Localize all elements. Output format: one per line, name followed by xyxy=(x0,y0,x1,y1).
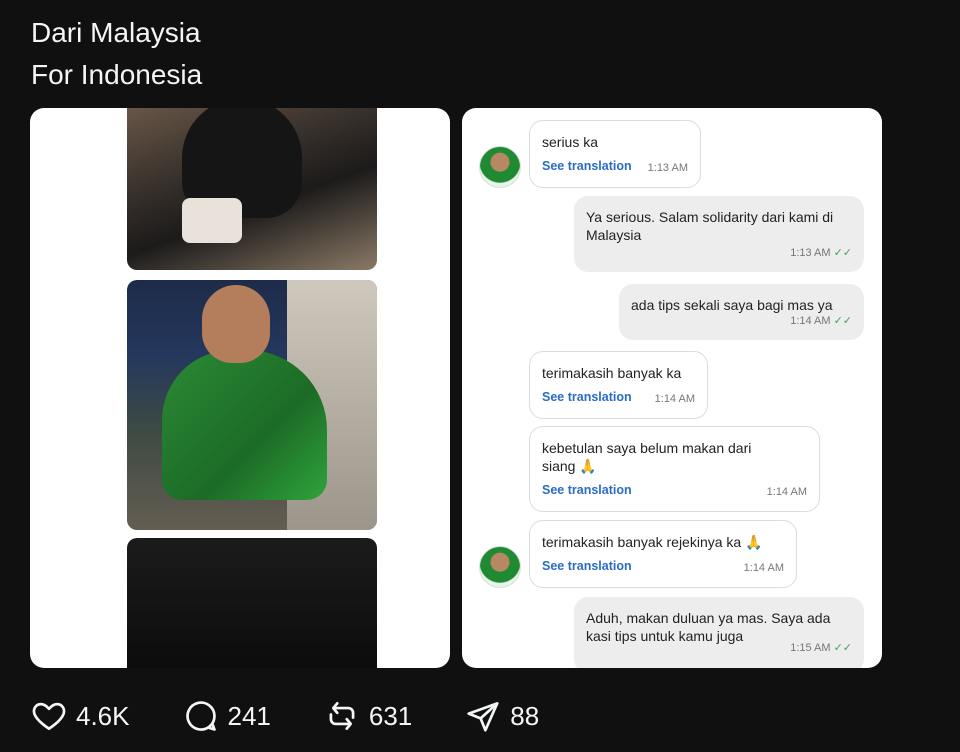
food-package xyxy=(182,198,242,243)
caption-line-2: For Indonesia xyxy=(31,59,203,90)
message-text: terimakasih banyak ka xyxy=(542,365,682,381)
message-text: kebetulan saya belum makan dari siang 🙏 xyxy=(542,440,752,474)
share-count: 88 xyxy=(510,700,540,731)
repost-icon xyxy=(329,701,355,731)
avatar xyxy=(479,546,521,588)
double-check-icon: ✓✓ xyxy=(833,315,852,327)
comment-button[interactable]: 241 xyxy=(182,697,271,735)
message-text: serius ka xyxy=(542,134,599,150)
green-jacket-figure xyxy=(162,350,327,500)
message-time-value: 1:15 AM xyxy=(790,642,831,654)
chat-bubble-outgoing: Aduh, makan duluan ya mas. Saya ada kasi… xyxy=(574,597,864,668)
post-action-bar: 4.6K 241 631 88 xyxy=(30,697,591,735)
message-time: 1:13 AM xyxy=(647,162,688,174)
collage-photo-bottom xyxy=(127,538,377,668)
heart-icon xyxy=(32,702,66,731)
see-translation-link[interactable]: See translation xyxy=(542,481,632,499)
message-time: 1:15 AM ✓✓ xyxy=(790,639,852,657)
driver-face xyxy=(202,285,270,363)
chat-bubble-incoming: serius ka See translation 1:13 AM xyxy=(529,120,701,188)
repost-count: 631 xyxy=(368,700,413,731)
comment-icon xyxy=(185,701,216,731)
chat-bubble-outgoing: Ya serious. Salam solidarity dari kami d… xyxy=(574,196,864,272)
see-translation-link[interactable]: See translation xyxy=(542,157,632,175)
like-button[interactable]: 4.6K xyxy=(30,697,130,735)
message-time: 1:14 AM ✓✓ xyxy=(790,312,852,330)
message-time: 1:13 AM ✓✓ xyxy=(790,244,852,262)
share-button[interactable]: 88 xyxy=(464,697,539,735)
chat-bubble-incoming: kebetulan saya belum makan dari siang 🙏 … xyxy=(529,426,820,512)
see-translation-link[interactable]: See translation xyxy=(542,388,632,406)
chat-screenshot-image[interactable]: serius ka See translation 1:13 AM Ya ser… xyxy=(462,108,882,668)
message-time: 1:14 AM xyxy=(766,486,807,498)
post-caption: Dari Malaysia For Indonesia xyxy=(31,12,202,96)
message-text: terimakasih banyak rejekinya ka 🙏 xyxy=(542,534,763,550)
photo-collage-image[interactable] xyxy=(30,108,450,668)
message-text: Aduh, makan duluan ya mas. Saya ada kasi… xyxy=(586,610,831,644)
collage-photo-top xyxy=(127,108,377,270)
comment-count: 241 xyxy=(227,700,271,731)
message-text: Ya serious. Salam solidarity dari kami d… xyxy=(586,209,834,243)
chat-bubble-incoming: terimakasih banyak ka See translation 1:… xyxy=(529,351,708,419)
chat-bubble-outgoing: ada tips sekali saya bagi mas ya 1:14 AM… xyxy=(619,284,864,340)
message-text: ada tips sekali saya bagi mas ya xyxy=(631,297,833,313)
message-time-value: 1:13 AM xyxy=(790,247,831,259)
repost-button[interactable]: 631 xyxy=(323,697,412,735)
message-time: 1:14 AM xyxy=(743,562,784,574)
see-translation-link[interactable]: See translation xyxy=(542,557,632,575)
double-check-icon: ✓✓ xyxy=(833,247,852,259)
like-count: 4.6K xyxy=(76,700,130,731)
caption-line-1: Dari Malaysia xyxy=(31,17,201,48)
avatar xyxy=(479,146,521,188)
message-time-value: 1:14 AM xyxy=(790,315,831,327)
send-icon xyxy=(467,701,499,732)
double-check-icon: ✓✓ xyxy=(833,642,852,654)
chat-bubble-incoming: terimakasih banyak rejekinya ka 🙏 See tr… xyxy=(529,520,797,588)
collage-photo-middle xyxy=(127,280,377,530)
message-time: 1:14 AM xyxy=(654,393,695,405)
